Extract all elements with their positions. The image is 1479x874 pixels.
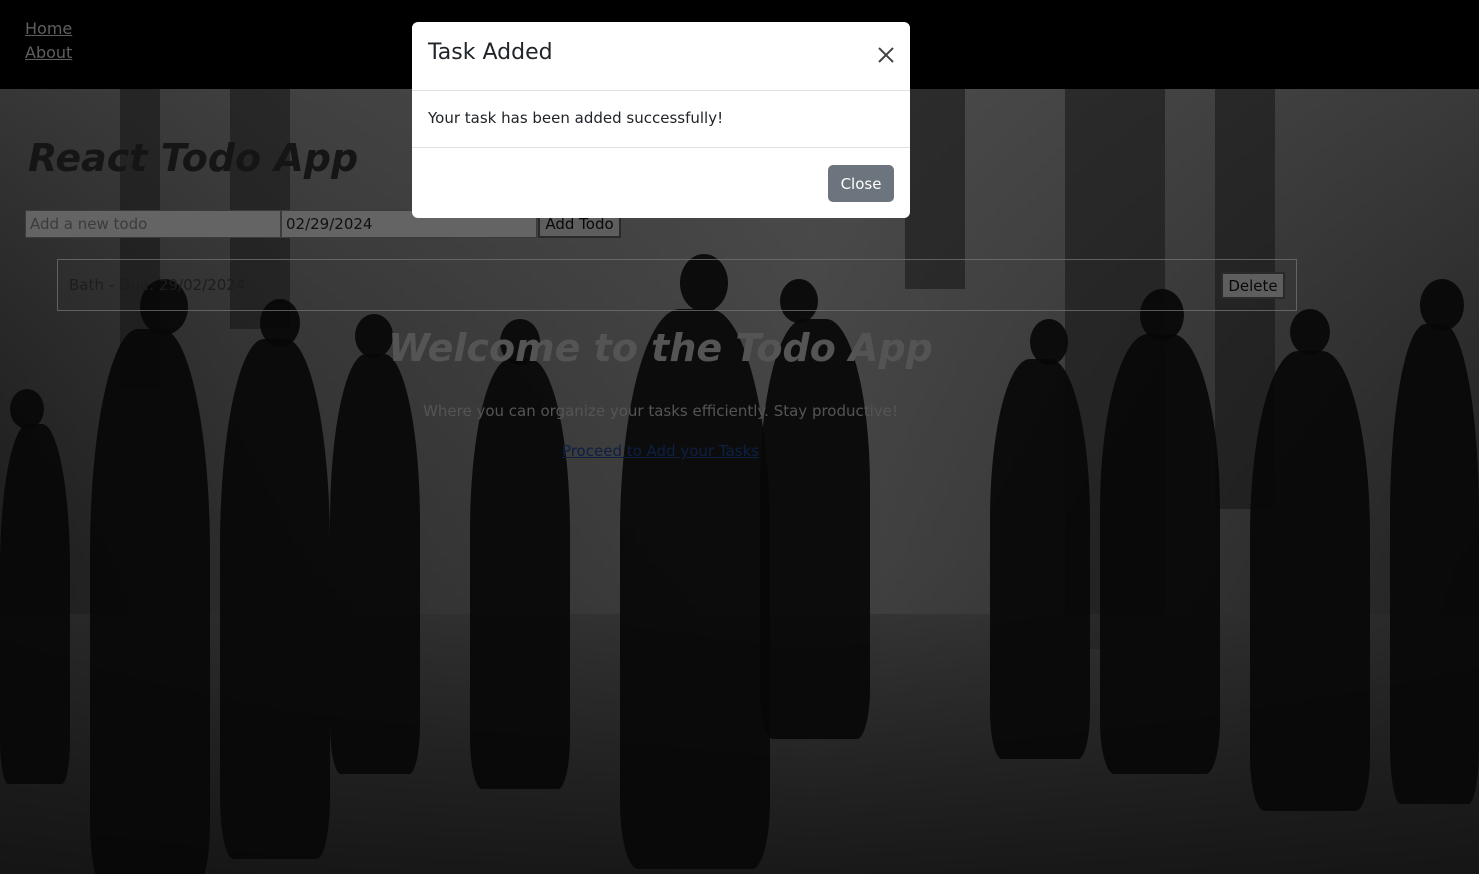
task-added-modal: Task Added Your task has been added succ…: [412, 22, 910, 218]
modal-body-text: Your task has been added successfully!: [428, 109, 724, 127]
modal-close-button[interactable]: Close: [828, 165, 894, 202]
close-icon[interactable]: [876, 45, 896, 65]
modal-header: Task Added: [412, 22, 910, 91]
modal-title: Task Added: [428, 40, 553, 65]
modal-footer: Close: [412, 147, 910, 218]
